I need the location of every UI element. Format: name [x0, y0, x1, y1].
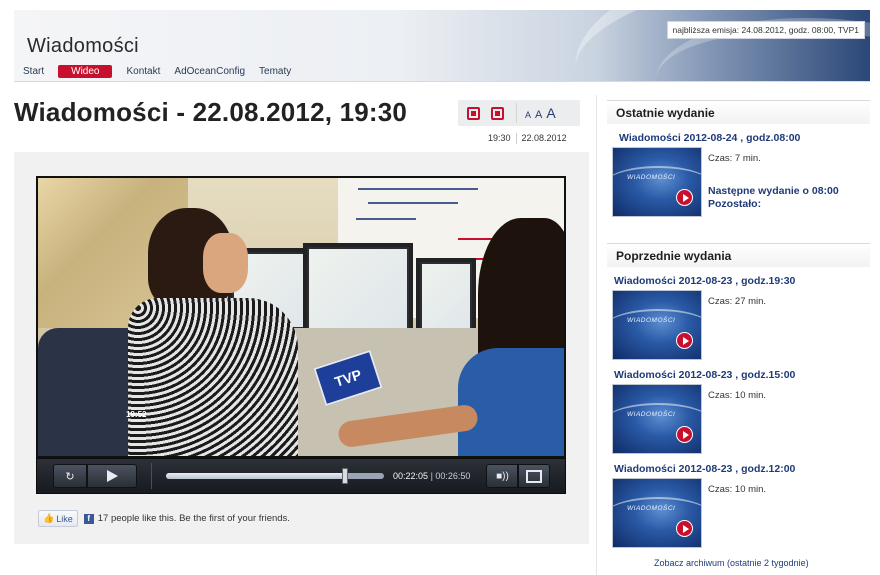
play-icon [676, 520, 693, 537]
nav-item-start[interactable]: Start [23, 66, 44, 77]
volume-icon: ■)) [496, 470, 509, 482]
publish-datetime: 19:30 22.08.2012 [488, 133, 567, 144]
play-button[interactable] [87, 464, 137, 488]
page-title: Wiadomości - 22.08.2012, 19:30 [14, 97, 408, 127]
video-player-panel: TVP 19:52 ↻ 00:22:05 | 00:26:50 ■)) 👍 Li… [14, 152, 589, 544]
time-readout: 00:22:05 | 00:26:50 [393, 471, 470, 481]
episode-duration: Czas: 10 min. [708, 390, 767, 401]
player-controls: ↻ 00:22:05 | 00:26:50 ■)) [36, 458, 566, 494]
video-scene [303, 243, 413, 338]
email-icon[interactable] [491, 106, 504, 120]
latest-episode-duration: Czas: 7 min. [708, 153, 761, 164]
tool-divider [516, 103, 517, 123]
social-like-row: 👍 Like f 17 people like this. Be the fir… [38, 510, 290, 527]
font-medium-button[interactable]: A [535, 109, 542, 121]
font-size-controls: A A A [525, 105, 556, 121]
next-edition-info: Następne wydanie o 08:00 Pozostało: [708, 185, 839, 211]
like-count-text: 17 people like this. Be the first of you… [97, 513, 290, 524]
volume-button[interactable]: ■)) [486, 464, 519, 488]
play-icon [676, 189, 693, 206]
episode-title[interactable]: Wiadomości 2012-08-23 , godz.19:30 [614, 275, 795, 287]
thumb-brand: WIADOMOŚCI [627, 174, 676, 181]
column-divider [596, 95, 597, 575]
video-frame[interactable]: TVP 19:52 [36, 176, 566, 458]
replay-icon: ↻ [65, 470, 75, 483]
archive-link[interactable]: Zobacz archiwum (ostatnie 2 tygodnie) [654, 558, 809, 568]
next-edition-remaining: Pozostało: [708, 198, 762, 210]
print-icon[interactable] [467, 106, 480, 120]
episode-thumbnail[interactable]: WIADOMOŚCI [612, 290, 702, 360]
publish-date: 22.08.2012 [521, 133, 567, 143]
next-edition-time: Następne wydanie o 08:00 [708, 185, 839, 197]
current-time: 00:22:05 [393, 471, 429, 481]
episode-thumbnail[interactable]: WIADOMOŚCI [612, 384, 702, 454]
episode-duration: Czas: 10 min. [708, 484, 767, 495]
video-clock-overlay: 19:52 [126, 410, 147, 419]
latest-episode-thumbnail[interactable]: WIADOMOŚCI [612, 147, 702, 217]
previous-editions-header: Poprzednie wydania [607, 243, 870, 267]
nav-item-adoceanconfig[interactable]: AdOceanConfig [174, 66, 245, 77]
video-scene [458, 348, 564, 456]
video-scene [203, 233, 248, 293]
episode-duration: Czas: 27 min. [708, 296, 767, 307]
seek-bar[interactable] [166, 468, 384, 484]
nav-item-kontakt[interactable]: Kontakt [126, 66, 160, 77]
site-title[interactable]: Wiadomości [27, 35, 139, 58]
play-icon [676, 332, 693, 349]
episode-thumbnail[interactable]: WIADOMOŚCI [612, 478, 702, 548]
font-large-button[interactable]: A [546, 105, 555, 121]
fullscreen-button[interactable] [518, 464, 551, 488]
thumb-brand: WIADOMOŚCI [627, 317, 676, 324]
video-scene [128, 298, 298, 456]
nav-item-tematy[interactable]: Tematy [259, 66, 291, 77]
like-button[interactable]: 👍 Like [38, 510, 78, 527]
seek-handle[interactable] [342, 468, 349, 484]
thumbs-up-icon: 👍 [43, 513, 55, 523]
thumb-brand: WIADOMOŚCI [627, 505, 676, 512]
thumb-brand: WIADOMOŚCI [627, 411, 676, 418]
latest-edition-header: Ostatnie wydanie [607, 100, 870, 124]
site-header: Wiadomości Start Wideo Kontakt AdOceanCo… [14, 10, 870, 82]
next-broadcast-info: najbliższa emisja: 24.08.2012, godz. 08:… [666, 21, 865, 39]
latest-episode-title[interactable]: Wiadomości 2012-08-24 , godz.08:00 [619, 132, 800, 144]
total-time: 00:26:50 [435, 471, 471, 481]
replay-button[interactable]: ↻ [53, 464, 87, 488]
article-tools: A A A [458, 100, 580, 126]
play-icon [676, 426, 693, 443]
seek-progress [166, 473, 346, 479]
facebook-icon: f [83, 513, 94, 524]
episode-title[interactable]: Wiadomości 2012-08-23 , godz.15:00 [614, 369, 795, 381]
nav-item-wideo[interactable]: Wideo [58, 65, 113, 78]
main-nav: Start Wideo Kontakt AdOceanConfig Tematy [23, 65, 305, 78]
publish-time: 19:30 [488, 133, 511, 143]
like-label: Like [56, 513, 73, 524]
controls-divider [151, 463, 152, 489]
font-small-button[interactable]: A [525, 110, 531, 120]
datetime-divider [515, 133, 517, 144]
episode-title[interactable]: Wiadomości 2012-08-23 , godz.12:00 [614, 463, 795, 475]
